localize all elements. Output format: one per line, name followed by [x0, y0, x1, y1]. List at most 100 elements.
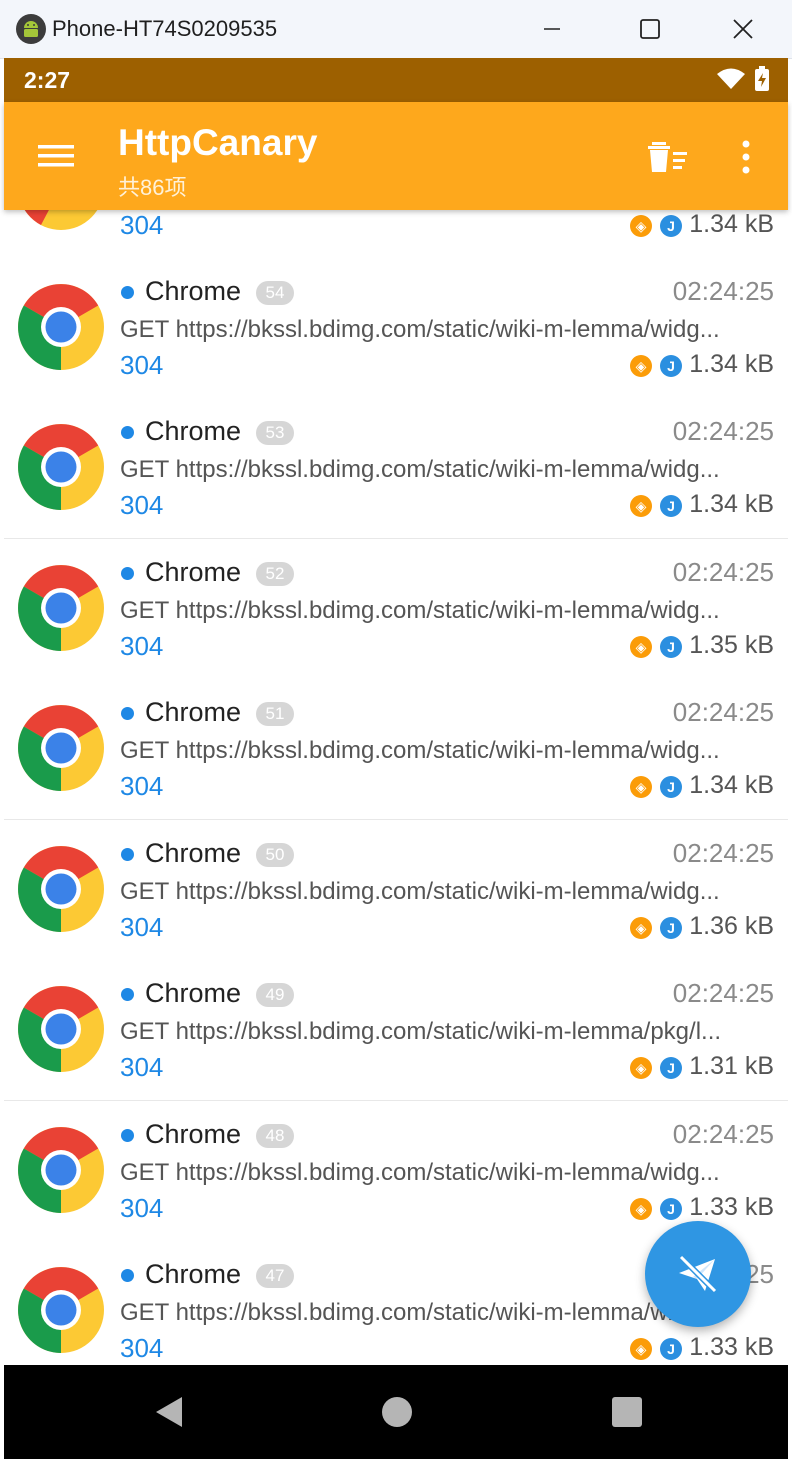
- request-url: GET https://bkssl.bdimg.com/static/wiki-…: [120, 1159, 720, 1186]
- menu-button[interactable]: [34, 138, 78, 174]
- protocol-icons: ◈ J: [630, 495, 682, 517]
- ssl-icon: ◈: [630, 636, 652, 658]
- list-item[interactable]: 304 ◈ J 1.34 kB: [4, 210, 788, 259]
- app-toolbar: HttpCanary 共86项: [4, 102, 788, 210]
- close-button[interactable]: [697, 0, 789, 58]
- status-dot: [121, 1269, 134, 1282]
- chrome-icon: [18, 986, 104, 1072]
- response-status: 304: [120, 771, 164, 801]
- request-time: 02:24:25: [672, 838, 774, 868]
- request-url: GET https://bkssl.bdimg.com/static/wiki-…: [120, 316, 720, 343]
- app-name: Chrome: [145, 838, 242, 868]
- request-id-badge: 53: [256, 421, 294, 445]
- minimize-icon: [544, 28, 560, 30]
- request-time: 02:24:25: [672, 697, 774, 727]
- chrome-icon: [18, 424, 104, 510]
- status-dot: [121, 988, 134, 1001]
- request-time: 02:24:25: [672, 978, 774, 1008]
- protocol-icons: ◈ J: [630, 776, 682, 798]
- status-dot: [121, 707, 134, 720]
- list-item[interactable]: Chrome 50 02:24:25 GET https://bkssl.bdi…: [4, 820, 788, 961]
- response-status: 304: [120, 912, 164, 942]
- ssl-icon: ◈: [630, 1057, 652, 1079]
- status-time: 2:27: [24, 67, 71, 93]
- json-icon: J: [660, 1338, 682, 1360]
- chrome-icon: [18, 1127, 104, 1213]
- json-icon: J: [660, 1198, 682, 1220]
- response-size: 1.34 kB: [689, 350, 774, 378]
- request-id-badge: 48: [256, 1124, 294, 1148]
- ssl-icon: ◈: [630, 776, 652, 798]
- list-item[interactable]: Chrome 51 02:24:25 GET https://bkssl.bdi…: [4, 679, 788, 820]
- response-status: 304: [120, 631, 164, 661]
- status-dot: [121, 286, 134, 299]
- app-name: Chrome: [145, 557, 242, 587]
- response-size: 1.35 kB: [689, 631, 774, 659]
- response-size: 1.33 kB: [689, 1333, 774, 1361]
- protocol-icons: ◈ J: [630, 1057, 682, 1079]
- chrome-icon: [18, 846, 104, 932]
- android-icon: [16, 14, 46, 44]
- ssl-icon: ◈: [630, 355, 652, 377]
- status-dot: [121, 426, 134, 439]
- response-size: 1.31 kB: [689, 1052, 774, 1080]
- protocol-icons: ◈ J: [630, 355, 682, 377]
- app-title: HttpCanary: [118, 122, 318, 163]
- back-icon[interactable]: [154, 1395, 184, 1429]
- chrome-icon: [18, 284, 104, 370]
- maximize-button[interactable]: [604, 0, 696, 58]
- app-name: Chrome: [145, 276, 242, 306]
- response-size: 1.36 kB: [689, 912, 774, 940]
- response-status: 304: [120, 1193, 164, 1223]
- request-id-badge: 50: [256, 843, 294, 867]
- capture-toggle-button[interactable]: [645, 1221, 751, 1327]
- response-status: 304: [120, 210, 164, 240]
- chrome-icon: [18, 705, 104, 791]
- request-id-badge: 51: [256, 702, 294, 726]
- response-status: 304: [120, 1052, 164, 1082]
- json-icon: J: [660, 215, 682, 237]
- json-icon: J: [660, 355, 682, 377]
- json-icon: J: [660, 1057, 682, 1079]
- request-url: GET https://bkssl.bdimg.com/static/wiki-…: [120, 456, 720, 483]
- list-item[interactable]: Chrome 54 02:24:25 GET https://bkssl.bdi…: [4, 258, 788, 399]
- list-item[interactable]: Chrome 48 02:24:25 GET https://bkssl.bdi…: [4, 1101, 788, 1242]
- more-options-button[interactable]: [732, 138, 760, 178]
- clear-list-button[interactable]: [644, 138, 692, 178]
- json-icon: J: [660, 917, 682, 939]
- app-name: Chrome: [145, 978, 242, 1008]
- protocol-icons: ◈ J: [630, 215, 682, 237]
- recents-icon[interactable]: [612, 1397, 642, 1427]
- list-item[interactable]: Chrome 52 02:24:25 GET https://bkssl.bdi…: [4, 539, 788, 680]
- response-status: 304: [120, 490, 164, 520]
- ssl-icon: ◈: [630, 495, 652, 517]
- maximize-icon: [640, 19, 660, 39]
- list-item[interactable]: Chrome 49 02:24:25 GET https://bkssl.bdi…: [4, 960, 788, 1101]
- response-size: 1.34 kB: [689, 490, 774, 518]
- home-icon[interactable]: [382, 1397, 412, 1427]
- hamburger-menu-icon: [38, 145, 74, 167]
- paper-plane-off-icon: [678, 1254, 718, 1294]
- app-name: Chrome: [145, 697, 242, 727]
- json-icon: J: [660, 495, 682, 517]
- app-name: Chrome: [145, 416, 242, 446]
- chrome-icon: [18, 565, 104, 651]
- close-icon: [733, 19, 753, 39]
- request-url: GET https://bkssl.bdimg.com/static/wiki-…: [120, 1018, 722, 1045]
- ssl-icon: ◈: [630, 1338, 652, 1360]
- app-name: Chrome: [145, 1259, 242, 1289]
- protocol-icons: ◈ J: [630, 636, 682, 658]
- protocol-icons: ◈ J: [630, 1338, 682, 1360]
- request-id-badge: 52: [256, 562, 294, 586]
- response-status: 304: [120, 350, 164, 380]
- response-size: 1.34 kB: [689, 771, 774, 799]
- minimize-button[interactable]: [506, 0, 598, 58]
- list-item[interactable]: Chrome 53 02:24:25 GET https://bkssl.bdi…: [4, 398, 788, 539]
- request-time: 02:24:25: [672, 557, 774, 587]
- request-id-badge: 49: [256, 983, 294, 1007]
- chrome-icon: [18, 1267, 104, 1353]
- request-time: 02:24:25: [672, 416, 774, 446]
- response-status: 304: [120, 1333, 164, 1363]
- request-time: 02:24:25: [672, 276, 774, 306]
- request-list[interactable]: 304 ◈ J 1.34 kB Chrome 54 02:24:25 GET h…: [4, 210, 788, 1365]
